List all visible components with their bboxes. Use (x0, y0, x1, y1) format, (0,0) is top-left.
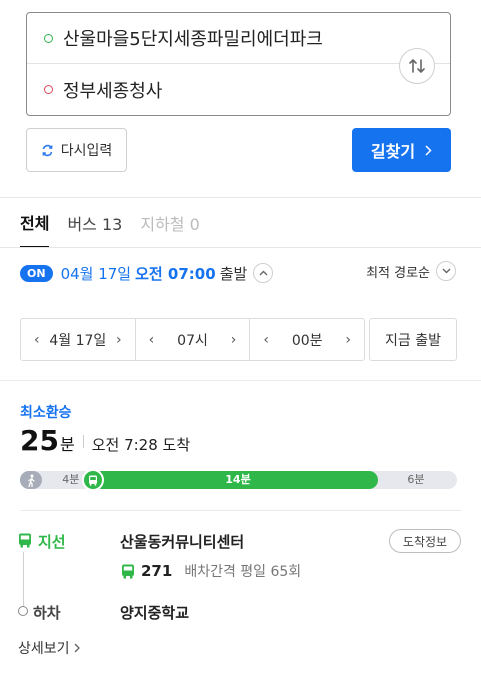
destination-dot-icon (44, 85, 53, 94)
departure-row: ON 04월 17일 오전 07:00 출발 최적 경로순 (20, 259, 456, 287)
find-route-button[interactable]: 길찾기 (352, 128, 451, 172)
find-route-label: 길찾기 (370, 142, 416, 161)
alight-label: 하차 (33, 604, 61, 622)
route-vertical-line (23, 552, 24, 606)
on-badge[interactable]: ON (20, 264, 53, 282)
bus-icon (122, 564, 134, 578)
minute-next-button[interactable]: › (345, 332, 351, 348)
result-tag: 최소환승 (20, 405, 72, 421)
board-type-label: 지선 (38, 533, 66, 551)
board-bus-icon (18, 533, 32, 552)
section-divider (0, 380, 481, 381)
tab-subway[interactable]: 지하철 0 (140, 198, 199, 248)
tab-subway-label: 지하철 0 (140, 215, 200, 234)
reset-input-button[interactable]: 다시입력 (26, 128, 127, 172)
destination-field[interactable]: 정부세종청사 (27, 64, 450, 115)
bus-interval: 배차간격 평일 65회 (184, 564, 302, 580)
alight-stop-name[interactable]: 양지중학교 (120, 602, 189, 623)
detail-view-link[interactable]: 상세보기 (18, 638, 80, 658)
chevron-right-icon (425, 144, 432, 156)
sort-dropdown[interactable]: 최적 경로순 (366, 261, 456, 281)
sort-chevron (436, 261, 456, 281)
duration-unit: 분 (59, 435, 75, 454)
bus-icon (88, 475, 97, 486)
swap-arrows-icon (409, 59, 425, 73)
board-stop-name[interactable]: 산울동커뮤니티센터 (120, 531, 244, 552)
sort-label: 최적 경로순 (366, 265, 430, 281)
tabs-divider (0, 247, 481, 248)
alight-dot-icon (18, 606, 28, 616)
walk-icon (27, 474, 35, 487)
bus-number[interactable]: 271 (141, 562, 172, 580)
time-picker: ‹ 4월 17일 › ‹ 07시 › ‹ 00분 › (20, 318, 365, 361)
tab-bus-label: 버스 13 (67, 215, 123, 234)
departure-time: 오전 07:00 (135, 264, 216, 283)
bus-segment-icon (81, 469, 104, 491)
swap-route-button[interactable] (399, 48, 435, 84)
chevron-right-icon (74, 643, 80, 653)
tab-all-label: 전체 (20, 214, 50, 233)
minute-stepper: ‹ 00분 › (250, 319, 364, 360)
minute-value: 00분 (291, 332, 323, 349)
tab-all[interactable]: 전체 (20, 198, 50, 248)
minute-prev-button[interactable]: ‹ (263, 332, 269, 348)
hour-stepper: ‹ 07시 › (136, 319, 251, 360)
detail-view-label: 상세보기 (18, 641, 70, 657)
departure-label: 출발 (219, 264, 248, 283)
result-summary: 25 분 오전 7:28 도착 (20, 424, 190, 457)
arrival-info-label: 도착정보 (402, 534, 448, 549)
tab-bus[interactable]: 버스 13 (67, 198, 122, 248)
arrival-time: 오전 7:28 도착 (91, 436, 191, 454)
route-input-box: 산울마을5단지세종파밀리에더파크 정부세종청사 (26, 12, 451, 116)
bus-line-info: 271 배차간격 평일 65회 (121, 561, 301, 581)
chevron-down-icon (442, 268, 450, 274)
origin-text: 산울마을5단지세종파밀리에더파크 (63, 29, 323, 50)
refresh-icon (42, 144, 53, 156)
date-next-button[interactable]: › (116, 332, 122, 348)
departure-date: 04월 17일 (60, 264, 132, 283)
destination-text: 정부세종청사 (63, 80, 163, 102)
departure-toggle-button[interactable] (253, 263, 274, 283)
walk2-duration: 6분 (407, 473, 425, 486)
duration-number: 25 (20, 424, 59, 457)
arrival-info-button[interactable]: 도착정보 (389, 529, 461, 553)
chevron-up-icon (259, 270, 268, 276)
bus-duration: 14분 (225, 473, 251, 486)
route-progress-bar: 4분 14분 6분 (20, 469, 457, 491)
hour-next-button[interactable]: › (231, 332, 237, 348)
date-prev-button[interactable]: ‹ (34, 332, 40, 348)
summary-separator (82, 435, 84, 448)
hour-value: 07시 (177, 332, 208, 349)
origin-field[interactable]: 산울마을5단지세종파밀리에더파크 (27, 13, 450, 64)
date-value: 4월 17일 (49, 332, 107, 349)
reset-label: 다시입력 (60, 143, 113, 159)
walk-segment-icon (20, 471, 42, 489)
walk1-duration: 4분 (62, 473, 80, 486)
hour-prev-button[interactable]: ‹ (149, 332, 155, 348)
steps-divider (20, 510, 461, 511)
depart-now-label: 지금 출발 (385, 332, 441, 349)
transport-tabs: 전체 버스 13 지하철 0 (20, 198, 218, 248)
depart-now-button[interactable]: 지금 출발 (369, 318, 457, 361)
date-stepper: ‹ 4월 17일 › (21, 319, 136, 360)
origin-dot-icon (44, 33, 53, 43)
